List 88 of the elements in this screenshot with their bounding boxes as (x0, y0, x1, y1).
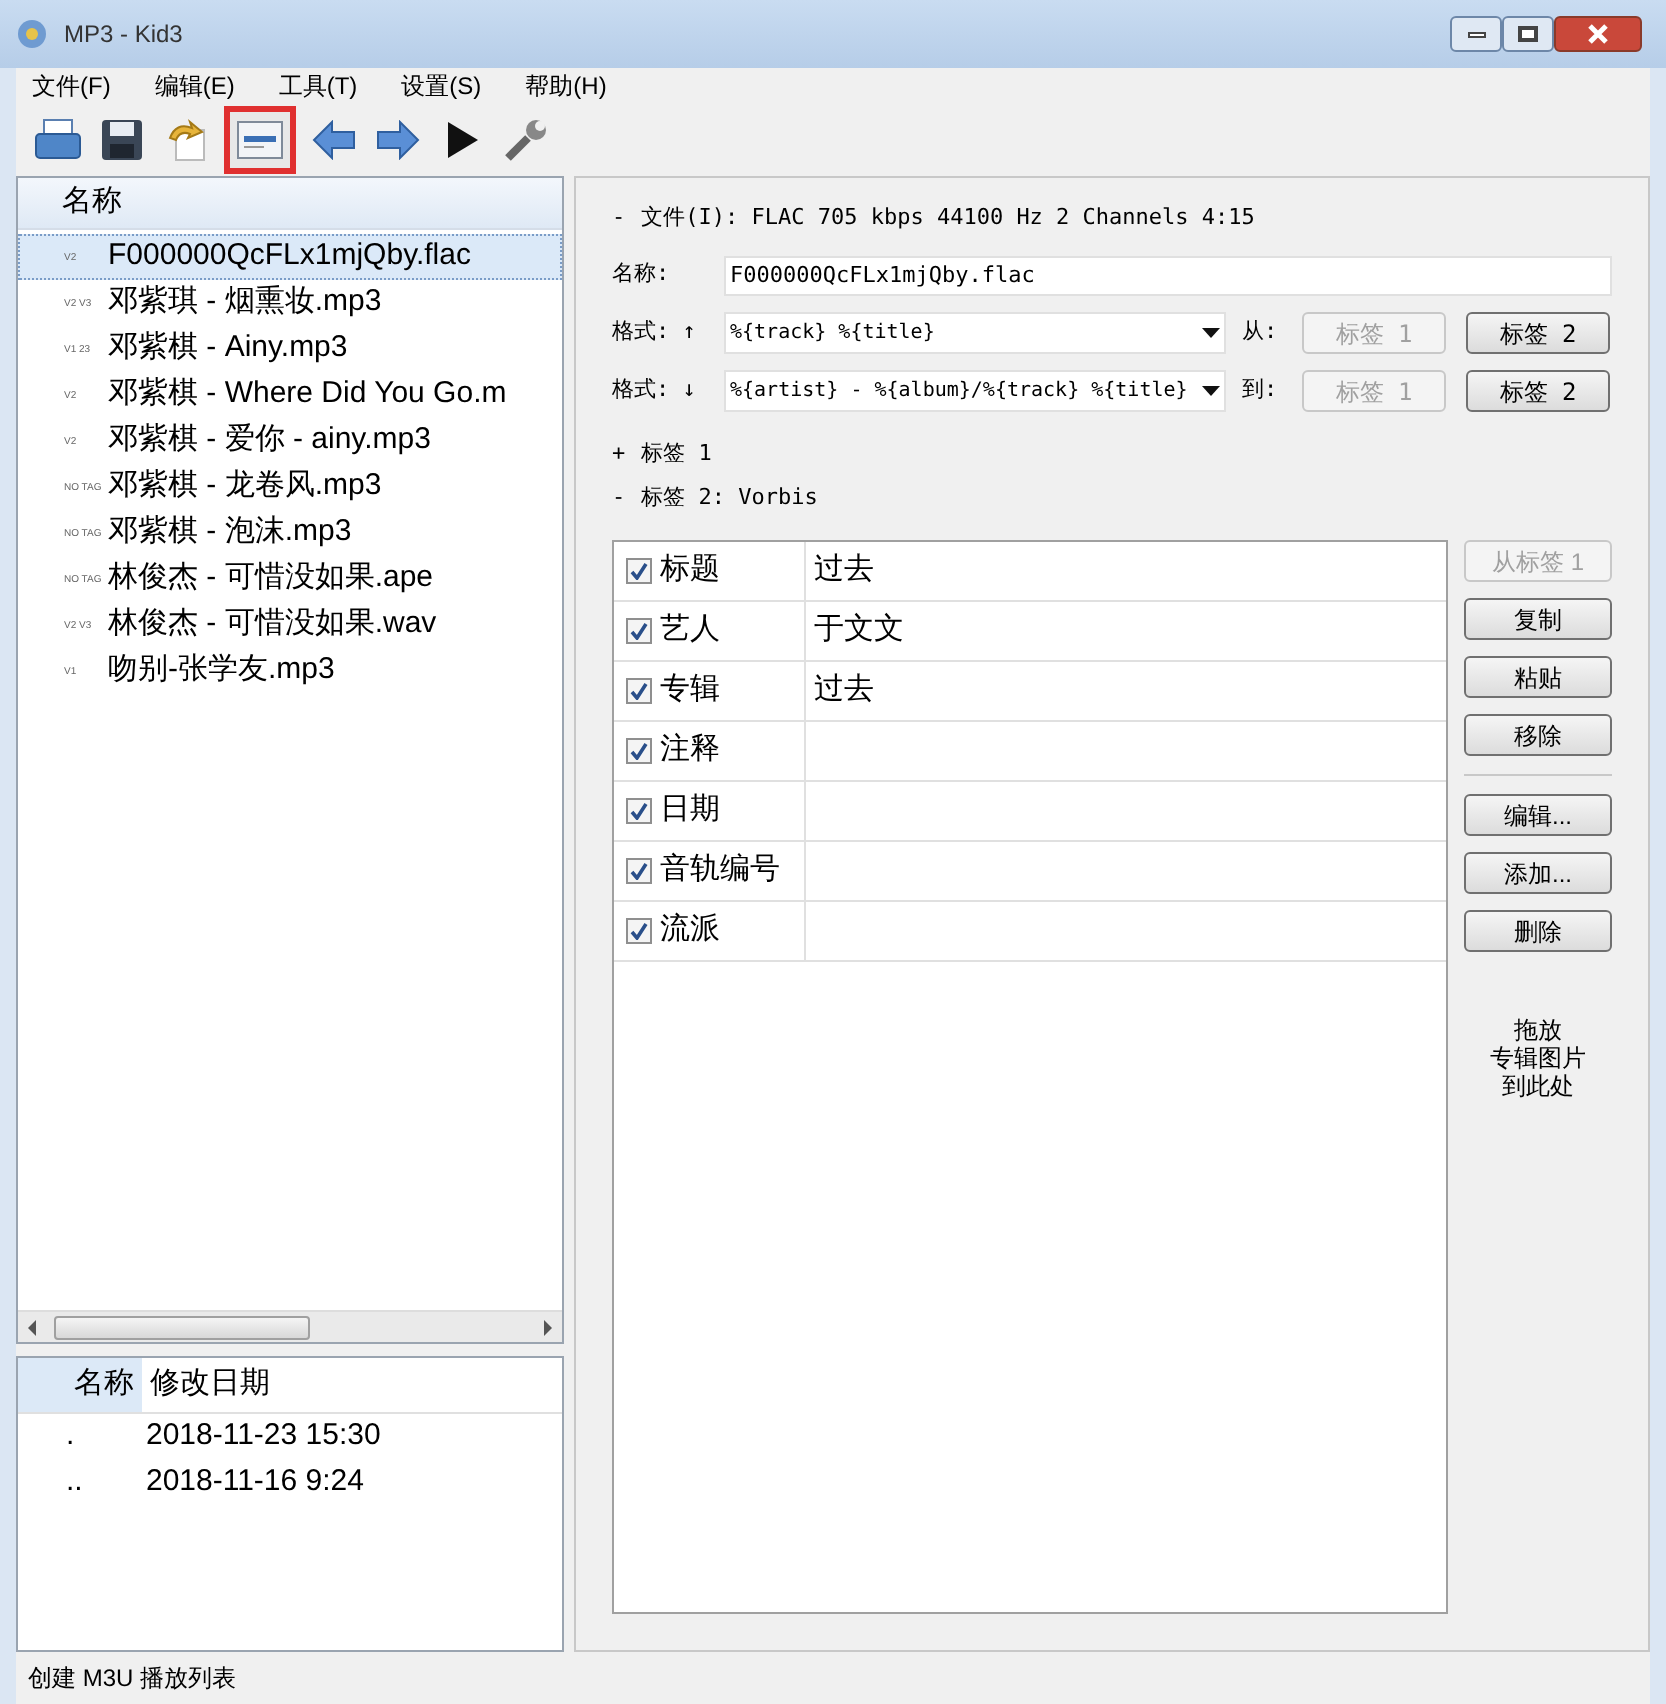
checkbox[interactable] (626, 558, 652, 584)
scroll-right-icon (542, 1319, 554, 1335)
field-label: 到: (1240, 374, 1280, 407)
file-name: 吻别-张学友.mp3 (108, 650, 335, 691)
column-header[interactable]: 名称 (18, 178, 562, 230)
modified-date: 2018-11-16 9:24 (144, 1462, 364, 1503)
frame-name: 日期 (660, 790, 720, 831)
directory-name[interactable]: .. (18, 1460, 142, 1506)
frame-value: 于文文 (814, 610, 904, 651)
tag-button[interactable]: 移除 (1464, 714, 1612, 756)
app-icon (16, 18, 48, 50)
form-icon (236, 120, 284, 160)
format-dropdown[interactable]: %{artist} - %{album}/%{track} %{title} (724, 370, 1226, 412)
section-toggle[interactable]: - (612, 201, 626, 235)
check-icon (630, 742, 648, 760)
frame-name: 标题 (660, 550, 720, 591)
check-icon (630, 802, 648, 820)
tag-button[interactable]: 添加... (1464, 852, 1612, 894)
section-toggle[interactable]: - (612, 481, 626, 515)
menu-item[interactable]: 编辑(E) (154, 68, 235, 104)
checkbox[interactable] (626, 798, 652, 824)
field-label: 名称: (612, 258, 672, 291)
menu-item[interactable]: 文件(F) (32, 68, 111, 104)
wrench-icon (502, 116, 550, 164)
tag-button[interactable]: 标签 2 (1466, 370, 1610, 412)
modified-date: 2018-11-23 15:30 (144, 1416, 381, 1457)
column-header[interactable]: 名称 (18, 1358, 142, 1412)
play-icon (444, 120, 480, 160)
check-icon (630, 862, 648, 880)
dropdown-caret-icon (1202, 386, 1220, 396)
frame-value: 过去 (814, 550, 874, 591)
close-button[interactable] (1554, 16, 1642, 52)
column-header[interactable]: 修改日期 (142, 1362, 270, 1408)
tag-button[interactable]: 粘贴 (1464, 656, 1612, 698)
file-name: 邓紫棋 - 泡沫.mp3 (108, 512, 352, 553)
file-name: 邓紫琪 - 烟熏妆.mp3 (108, 282, 382, 323)
frame-name: 专辑 (660, 670, 720, 711)
menu-item[interactable]: 工具(T) (278, 68, 358, 104)
check-icon (630, 682, 648, 700)
checkbox[interactable] (626, 618, 652, 644)
minimize-button[interactable] (1450, 16, 1502, 52)
status-text: 创建 M3U 播放列表 (28, 1662, 237, 1696)
section-title: 文件(I): FLAC 705 kbps 44100 Hz 2 Channels 4:15 (641, 201, 1255, 234)
tag-button[interactable]: 编辑... (1464, 794, 1612, 836)
maximize-button[interactable] (1502, 16, 1554, 52)
tag-button[interactable]: 复制 (1464, 598, 1612, 640)
field-label: 格式: ↑ (612, 316, 698, 349)
frame-value: 过去 (814, 670, 874, 711)
drop-hint: 拖放 专辑图片 到此处 (1488, 1016, 1588, 1100)
check-icon (630, 622, 648, 640)
right-arrow-icon (376, 120, 420, 160)
window-title: MP3 - Kid3 (64, 18, 183, 52)
file-name: 邓紫棋 - Where Did You Go.m (108, 374, 507, 415)
scroll-left-icon (26, 1319, 38, 1335)
file-name: 林俊杰 - 可惜没如果.wav (108, 604, 437, 645)
file-name: 林俊杰 - 可惜没如果.ape (108, 558, 434, 599)
section-title: 标签 1 (641, 437, 712, 470)
checkbox[interactable] (626, 738, 652, 764)
field-label: 从: (1240, 316, 1280, 349)
file-name: 邓紫棋 - Ainy.mp3 (108, 328, 348, 369)
close-icon (1588, 24, 1608, 44)
check-icon (630, 922, 648, 940)
tag-button[interactable]: 删除 (1464, 910, 1612, 952)
frame-name: 流派 (660, 910, 720, 951)
section-title: 标签 2: Vorbis (641, 481, 818, 514)
horizontal-scrollbar[interactable] (18, 1310, 562, 1342)
file-name: 邓紫棋 - 龙卷风.mp3 (108, 466, 382, 507)
checkbox[interactable] (626, 918, 652, 944)
dropdown-caret-icon (1202, 328, 1220, 338)
field-label: 格式: ↓ (612, 374, 698, 407)
file-name: 邓紫棋 - 爱你 - ainy.mp3 (108, 420, 431, 461)
checkbox[interactable] (626, 678, 652, 704)
file-name: F000000QcFLx1mjQby.flac (108, 236, 471, 277)
menu-item[interactable]: 帮助(H) (525, 68, 607, 104)
format-dropdown[interactable]: %{track} %{title} (724, 312, 1226, 354)
frame-name: 注释 (660, 730, 720, 771)
undo-arrow-icon (164, 118, 208, 162)
name-field[interactable]: F000000QcFLx1mjQby.flac (724, 255, 1612, 295)
frame-name: 艺人 (660, 610, 720, 651)
left-arrow-icon (312, 120, 356, 160)
printer-icon (34, 118, 82, 162)
tag-button[interactable]: 标签 2 (1466, 312, 1610, 354)
menu-item[interactable]: 设置(S) (401, 68, 482, 104)
section-toggle[interactable]: + (612, 437, 626, 471)
check-icon (630, 562, 648, 580)
checkbox[interactable] (626, 858, 652, 884)
frame-name: 音轨编号 (660, 850, 780, 891)
directory-name[interactable]: . (18, 1414, 142, 1460)
